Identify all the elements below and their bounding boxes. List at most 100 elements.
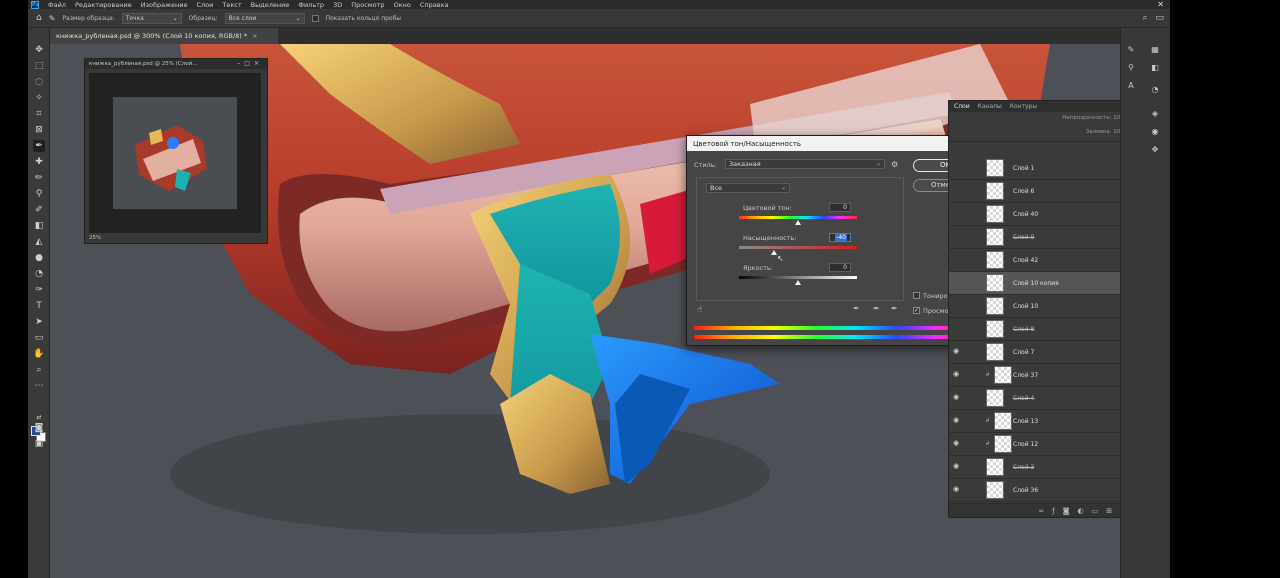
layer-row[interactable]: ◉Слой 3🔒: [949, 456, 1137, 479]
document-tab-active[interactable]: книжка_рубленая.psd @ 300% (Слой 10 копи…: [50, 28, 278, 44]
eye-icon[interactable]: ◉: [953, 370, 959, 378]
layer-thumbnail[interactable]: [986, 205, 1004, 223]
layer-thumbnail[interactable]: [986, 274, 1004, 292]
layers-dock-icon[interactable]: ◈: [1149, 108, 1161, 120]
move-tool-icon[interactable]: ✥: [33, 44, 45, 56]
menu-image[interactable]: Изображение: [141, 1, 188, 9]
lasso-tool-icon[interactable]: ◌: [33, 76, 45, 88]
window-close-button[interactable]: ✕: [1157, 0, 1164, 9]
layer-thumbnail[interactable]: [986, 159, 1004, 177]
stamp-tool-icon[interactable]: ⚲: [33, 188, 45, 200]
hand-tool-icon[interactable]: ✋: [33, 348, 45, 360]
layer-thumbnail[interactable]: [986, 251, 1004, 269]
layer-thumbnail[interactable]: [986, 297, 1004, 315]
navigator-title-bar[interactable]: книжка_рубленая.psd @ 25% (Слой... –□×: [85, 59, 267, 69]
color-icon[interactable]: ◧: [1149, 62, 1161, 74]
eye-icon[interactable]: ◉: [953, 416, 959, 424]
eyedropper-icon[interactable]: ✒: [853, 304, 860, 313]
layer-row[interactable]: Слой 1: [949, 157, 1137, 180]
navigator-window-controls[interactable]: –□×: [237, 60, 263, 67]
new-layer-icon[interactable]: ⊞: [1106, 507, 1112, 515]
layer-thumbnail[interactable]: [994, 435, 1012, 453]
layer-row[interactable]: ◉ ↲ Слой 12: [949, 433, 1137, 456]
frame-tool-icon[interactable]: ⊠: [33, 124, 45, 136]
more-tools-icon[interactable]: ⋯: [33, 380, 45, 392]
close-icon[interactable]: ×: [252, 32, 257, 40]
hue-slider[interactable]: [739, 216, 857, 219]
layer-row[interactable]: Слой 9🔒: [949, 226, 1137, 249]
character-icon[interactable]: A: [1125, 80, 1137, 92]
hue-slider-thumb[interactable]: [795, 220, 801, 225]
pen-tool-icon[interactable]: ✑: [33, 284, 45, 296]
tab-paths[interactable]: Контуры: [1010, 103, 1037, 110]
paths-dock-icon[interactable]: ✥: [1149, 144, 1161, 156]
preview-checkbox[interactable]: ✓: [913, 307, 920, 314]
layer-row[interactable]: ◉ Слой 36: [949, 479, 1137, 502]
style-select[interactable]: Заказная ⌄: [725, 159, 885, 169]
menu-3d[interactable]: 3D: [333, 1, 342, 9]
fx-icon[interactable]: ƒ: [1052, 507, 1054, 515]
hand-target-icon[interactable]: ☝: [697, 305, 702, 315]
menu-layers[interactable]: Слои: [196, 1, 213, 9]
healing-tool-icon[interactable]: ✚: [33, 156, 45, 168]
quick-select-tool-icon[interactable]: ✧: [33, 92, 45, 104]
layer-row[interactable]: ◉Слой 4🔒: [949, 387, 1137, 410]
menu-type[interactable]: Текст: [222, 1, 241, 9]
layer-row[interactable]: Слой 42: [949, 249, 1137, 272]
hue-value-field[interactable]: 0: [829, 203, 851, 212]
mask-icon[interactable]: ◙: [1063, 507, 1070, 515]
marquee-tool-icon[interactable]: ⬚: [33, 60, 45, 72]
rectangle-tool-icon[interactable]: ▭: [33, 332, 45, 344]
history-brush-icon[interactable]: ✐: [33, 204, 45, 216]
menu-help[interactable]: Справка: [420, 1, 449, 9]
layer-thumbnail[interactable]: [986, 389, 1004, 407]
dodge-tool-icon[interactable]: ◔: [33, 268, 45, 280]
brush-tool-icon[interactable]: ✏: [33, 172, 45, 184]
crop-tool-icon[interactable]: ⌗: [33, 108, 45, 120]
eye-icon[interactable]: ◉: [953, 485, 959, 493]
lightness-value-field[interactable]: 0: [829, 263, 851, 272]
layer-thumbnail[interactable]: [986, 343, 1004, 361]
quick-mask-icon[interactable]: ◙: [33, 422, 45, 434]
adjustment-icon[interactable]: ◐: [1078, 507, 1084, 515]
workspace-icon[interactable]: ▭: [1155, 13, 1164, 23]
menu-view[interactable]: Просмотр: [351, 1, 384, 9]
sample-size-select[interactable]: Точка ⌄: [121, 12, 182, 24]
layer-thumbnail[interactable]: [986, 320, 1004, 338]
eyedropper-tool-icon[interactable]: ✎: [49, 14, 56, 23]
folder-icon[interactable]: ▭: [1092, 507, 1099, 515]
layer-row[interactable]: Слой 40: [949, 203, 1137, 226]
dialog-title-bar[interactable]: Цветовой тон/Насыщенность ✕: [687, 136, 981, 151]
layer-row[interactable]: Слой 10 копия: [949, 272, 1137, 295]
layer-thumbnail[interactable]: [986, 228, 1004, 246]
gear-icon[interactable]: ⚙: [891, 160, 898, 169]
blur-tool-icon[interactable]: ●: [33, 252, 45, 264]
sampling-ring-checkbox[interactable]: [311, 14, 319, 22]
layer-thumbnail[interactable]: [994, 412, 1012, 430]
tab-layers[interactable]: Слои: [954, 103, 970, 110]
channels-dock-icon[interactable]: ◉: [1149, 126, 1161, 138]
layer-row[interactable]: ◉ ↲ Слой 37: [949, 364, 1137, 387]
layer-row[interactable]: ◉Слой 7🔒: [949, 341, 1137, 364]
eye-icon[interactable]: ◉: [953, 439, 959, 447]
eye-icon[interactable]: ◉: [953, 347, 959, 355]
screen-mode-icon[interactable]: ▣: [33, 438, 45, 450]
eraser-tool-icon[interactable]: ◧: [33, 220, 45, 232]
type-tool-icon[interactable]: T: [33, 300, 45, 312]
clone-source-icon[interactable]: ⚲: [1125, 62, 1137, 74]
navigator-preview[interactable]: [89, 73, 261, 233]
layer-thumbnail[interactable]: [986, 182, 1004, 200]
layer-row[interactable]: Слой 8🔒: [949, 318, 1137, 341]
search-icon[interactable]: ⌕: [1142, 13, 1147, 23]
link-icon[interactable]: ∞: [1038, 507, 1044, 515]
sample-select[interactable]: Все слои ⌄: [224, 12, 305, 24]
properties-icon[interactable]: ◔: [1149, 84, 1161, 96]
layer-thumbnail[interactable]: [994, 366, 1012, 384]
menu-file[interactable]: Файл: [48, 1, 66, 9]
menu-select[interactable]: Выделение: [251, 1, 290, 9]
lightness-slider-thumb[interactable]: [795, 280, 801, 285]
eyedropper-plus-icon[interactable]: ✒: [873, 304, 880, 313]
layer-row[interactable]: Слой 6: [949, 180, 1137, 203]
saturation-slider[interactable]: [739, 246, 857, 249]
opacity-control[interactable]: Непрозрачность: 100%: [1062, 115, 1129, 121]
